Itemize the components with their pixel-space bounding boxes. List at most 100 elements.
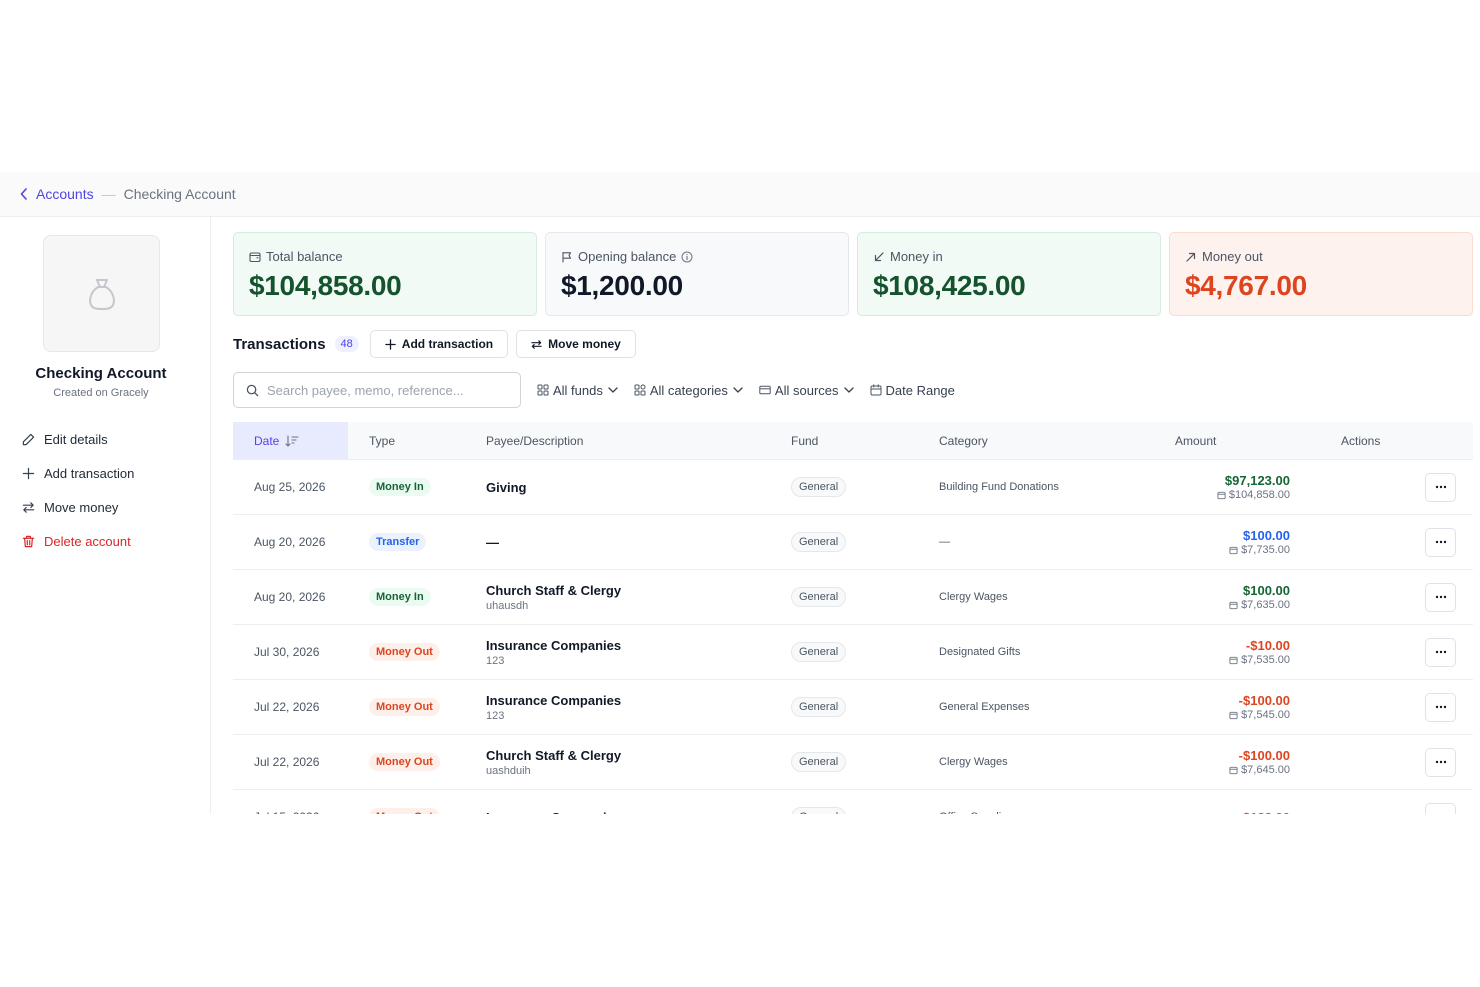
delete-account-button[interactable]: Delete account [22, 524, 134, 558]
add-transaction-button[interactable]: Add transaction [369, 330, 509, 358]
date-header-label: Date [254, 433, 280, 448]
type-badge: Money In [369, 588, 431, 606]
table-row[interactable]: Aug 25, 2026 Money In Giving General Buildin… [233, 460, 1473, 515]
fund-chip: General [791, 752, 847, 772]
categories-filter-label: All categories [649, 382, 728, 398]
sources-filter-dropdown[interactable]: All sources [759, 383, 854, 398]
type-badge: Money Out [369, 643, 440, 661]
transactions-count-badge: 48 [334, 336, 359, 352]
more-dots-icon [1435, 705, 1446, 709]
arrow-up-right-icon [1186, 252, 1196, 262]
fund-chip: General [791, 642, 847, 662]
table-row[interactable]: Aug 20, 2026 Transfer — General — $100.00 $7,7… [233, 515, 1473, 570]
total-balance-value: $104,858.00 [249, 270, 402, 301]
row-amount: $100.00 [1243, 528, 1290, 543]
row-actions-button[interactable] [1425, 747, 1456, 777]
row-category: Office Supplies [939, 811, 1013, 814]
row-date: Jul 15, 2026 [233, 790, 348, 814]
more-dots-icon [1435, 595, 1446, 599]
search-input[interactable] [267, 382, 507, 398]
info-icon[interactable] [681, 251, 693, 263]
move-money-label: Move money [44, 499, 119, 515]
edit-details-label: Edit details [44, 431, 108, 447]
category-column-header[interactable]: Category [918, 422, 1143, 459]
row-amount: $100.00 [1243, 583, 1290, 598]
chevron-down-icon [843, 387, 854, 393]
fund-chip: General [791, 532, 847, 552]
breadcrumb-current: Checking Account [123, 186, 236, 202]
transfer-arrows-icon [531, 339, 542, 349]
row-memo: uhausdh [486, 599, 529, 612]
edit-details-button[interactable]: Edit details [22, 422, 134, 456]
table-row[interactable]: Jul 30, 2026 Money Out Insurance Companies… [233, 625, 1473, 680]
more-dots-icon [1435, 540, 1446, 544]
breadcrumb-separator: — [101, 186, 116, 202]
type-badge: Money In [369, 478, 431, 496]
more-dots-icon [1435, 485, 1446, 489]
fund-chip: General [791, 587, 847, 607]
breadcrumb-accounts-link[interactable]: Accounts [20, 186, 94, 202]
table-row[interactable]: Aug 20, 2026 Money In Church Staff & Clerg… [233, 570, 1473, 625]
plus-icon [22, 467, 35, 479]
payee-column-header[interactable]: Payee/Description [465, 422, 770, 459]
move-money-menu-button[interactable]: Move money [22, 490, 134, 524]
fund-chip: General [791, 477, 847, 497]
credit-card-icon [759, 385, 771, 395]
opening-balance-value: $1,200.00 [561, 270, 683, 301]
add-transaction-button-label: Add transaction [401, 337, 494, 351]
row-amount: -$123.00 [1239, 810, 1290, 815]
money-in-label: Money in [890, 249, 943, 264]
row-payee: Insurance Companies [486, 637, 622, 653]
categories-icon [634, 384, 646, 396]
sources-filter-label: All sources [774, 382, 839, 398]
summary-cards: Total balance $104,858.00 Opening balanc… [233, 232, 1473, 316]
breadcrumb-parent[interactable]: Accounts [36, 186, 94, 202]
row-actions-button[interactable] [1425, 637, 1456, 667]
date-range-label: Date Range [885, 382, 955, 398]
balance-icon [1229, 711, 1238, 719]
add-transaction-menu-button[interactable]: Add transaction [22, 456, 134, 490]
row-date: Jul 22, 2026 [254, 755, 320, 769]
type-badge: Money Out [369, 698, 440, 716]
categories-filter-dropdown[interactable]: All categories [634, 383, 743, 398]
row-actions-button[interactable] [1425, 692, 1456, 722]
move-money-button[interactable]: Move money [516, 330, 636, 358]
move-money-button-label: Move money [548, 337, 621, 351]
delete-account-label: Delete account [44, 533, 131, 549]
fund-column-header[interactable]: Fund [770, 422, 918, 459]
date-range-filter[interactable]: Date Range [870, 383, 955, 398]
balance-icon [1229, 766, 1238, 774]
calendar-icon [870, 384, 881, 396]
row-payee: Insurance Companies [486, 692, 622, 708]
row-memo: uashduih [486, 764, 531, 777]
search-icon [246, 384, 259, 396]
money-in-value: $108,425.00 [873, 270, 1026, 301]
search-box[interactable] [233, 372, 521, 408]
row-actions-button[interactable] [1425, 527, 1456, 557]
funds-filter-dropdown[interactable]: All funds [537, 383, 618, 398]
row-actions-button[interactable] [1425, 582, 1456, 612]
amount-column-header[interactable]: Amount [1143, 422, 1300, 459]
row-date: Aug 20, 2026 [254, 535, 326, 549]
arrow-down-left-icon [874, 251, 884, 261]
type-column-header[interactable]: Type [348, 422, 465, 459]
table-row[interactable]: Jul 15, 2026 Money Out Insurance Companies… [233, 790, 1473, 814]
funds-filter-label: All funds [553, 382, 603, 398]
table-row[interactable]: Jul 22, 2026 Money Out Church Staff & Cler… [233, 735, 1473, 790]
chevron-left-icon [20, 188, 27, 200]
account-sidebar: Checking Account Created on Gracely Edit… [0, 217, 211, 814]
row-payee: Church Staff & Clergy [486, 747, 622, 763]
table-row[interactable]: Jul 22, 2026 Money Out Insurance Companies… [233, 680, 1473, 735]
row-date: Aug 20, 2026 [254, 590, 326, 604]
row-actions-button[interactable] [1425, 472, 1456, 502]
row-actions-button[interactable] [1425, 802, 1456, 814]
pencil-icon [22, 433, 35, 445]
date-column-header[interactable]: Date [233, 422, 348, 459]
fund-chip: General [791, 697, 847, 717]
row-amount: -$100.00 [1238, 693, 1290, 708]
actions-column-header: Actions [1341, 433, 1381, 448]
chevron-down-icon [608, 387, 618, 393]
row-payee: Giving [486, 479, 527, 495]
opening-balance-label: Opening balance [578, 249, 677, 264]
app-window: Accounts — Checking Account Checking Acc… [0, 172, 1480, 814]
